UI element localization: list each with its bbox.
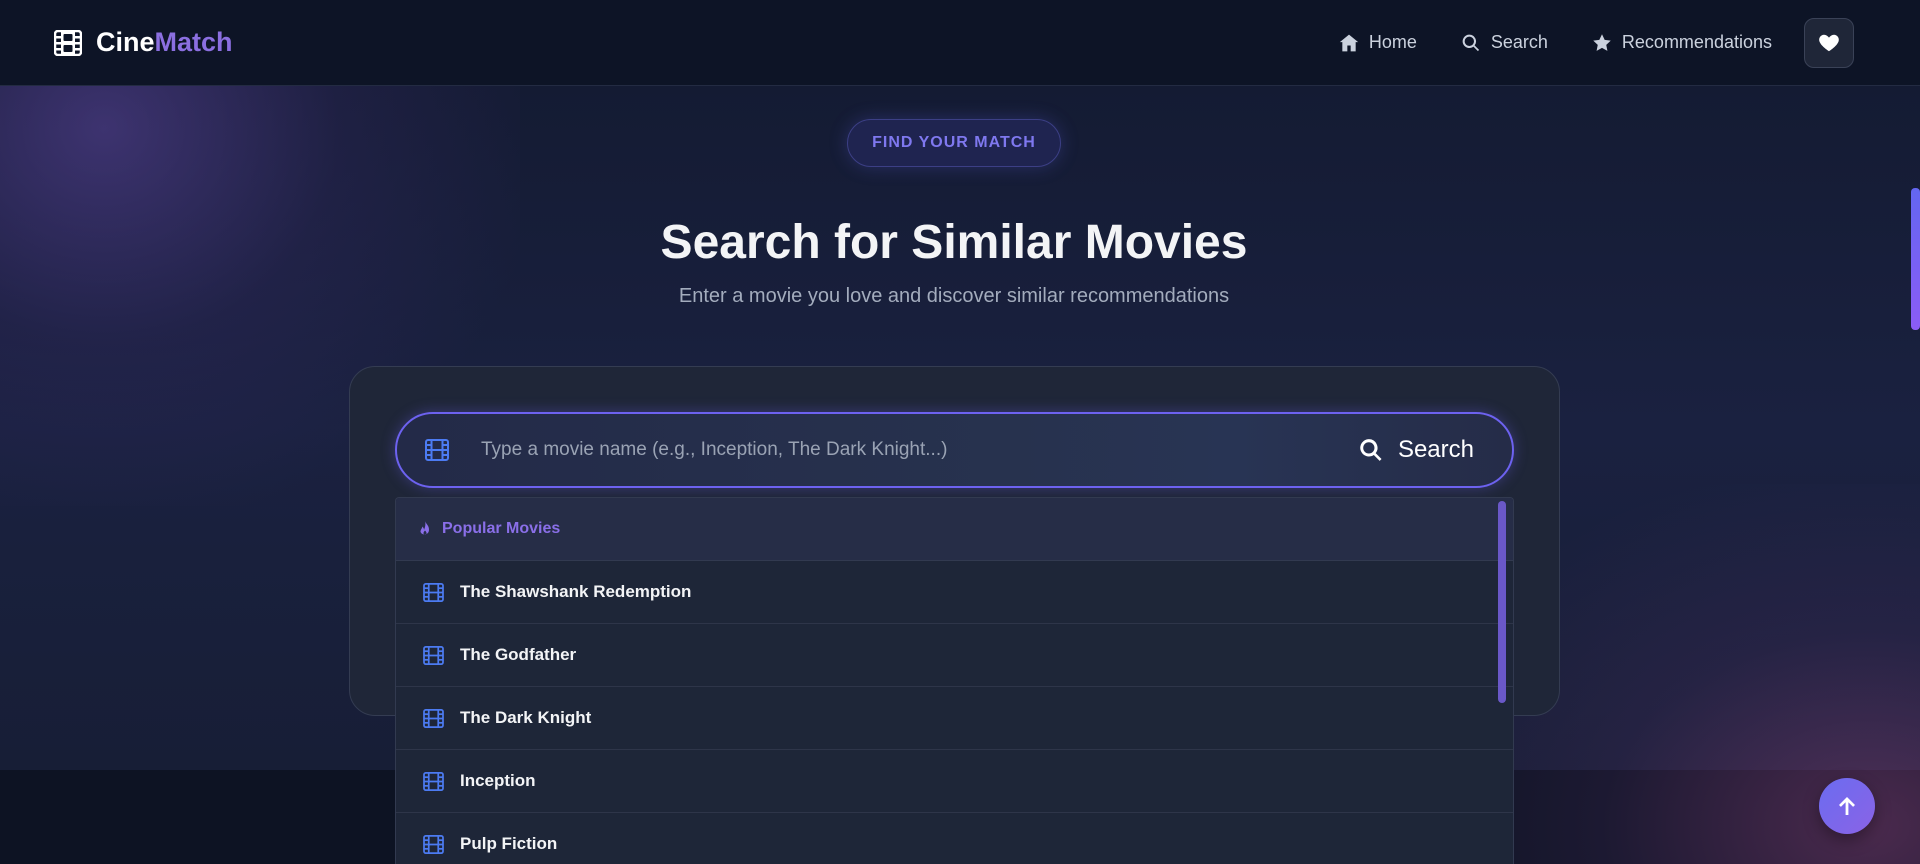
fire-icon bbox=[420, 521, 430, 535]
film-icon bbox=[423, 582, 444, 602]
top-navbar: CineMatch Home Search Recommendations bbox=[0, 0, 1920, 86]
list-item[interactable]: Pulp Fiction bbox=[396, 813, 1513, 864]
movie-title: The Shawshank Redemption bbox=[460, 582, 692, 601]
film-icon bbox=[423, 645, 444, 665]
dropdown-header: Popular Movies bbox=[396, 498, 1513, 561]
scroll-to-top-button[interactable] bbox=[1819, 778, 1875, 834]
nav-search-label: Search bbox=[1490, 32, 1548, 52]
film-icon bbox=[423, 771, 444, 791]
search-button[interactable]: Search bbox=[1358, 436, 1474, 464]
arrow-up-icon bbox=[1839, 797, 1855, 815]
star-icon bbox=[1593, 33, 1611, 51]
movie-title: Inception bbox=[460, 771, 536, 790]
nav-search[interactable]: Search bbox=[1461, 32, 1548, 53]
search-button-label: Search bbox=[1397, 436, 1474, 463]
nav-recommendations-label: Recommendations bbox=[1621, 32, 1772, 52]
nav-home-label: Home bbox=[1368, 32, 1417, 52]
logo-text-match: Match bbox=[154, 27, 233, 57]
search-icon bbox=[1462, 34, 1479, 51]
list-item[interactable]: The Dark Knight bbox=[396, 687, 1513, 750]
search-icon bbox=[1360, 439, 1382, 461]
dropdown-scrollbar[interactable] bbox=[1498, 501, 1506, 703]
main-nav: Home Search Recommendations bbox=[1339, 32, 1772, 53]
film-icon bbox=[423, 708, 444, 728]
logo[interactable]: CineMatch bbox=[54, 27, 233, 58]
suggestions-dropdown: Popular Movies The Shawshank Redemption … bbox=[395, 497, 1514, 864]
search-bar: Search bbox=[395, 412, 1514, 488]
page-scrollbar[interactable] bbox=[1911, 188, 1920, 330]
movie-title: The Dark Knight bbox=[460, 708, 592, 727]
movie-search-input[interactable] bbox=[481, 439, 1358, 461]
home-icon bbox=[1339, 34, 1359, 51]
movie-title: Pulp Fiction bbox=[460, 834, 558, 853]
list-item[interactable]: The Shawshank Redemption bbox=[396, 561, 1513, 624]
nav-recommendations[interactable]: Recommendations bbox=[1592, 32, 1772, 53]
dropdown-header-label: Popular Movies bbox=[442, 520, 561, 537]
logo-text-cine: Cine bbox=[96, 27, 155, 57]
list-item[interactable]: The Godfather bbox=[396, 624, 1513, 687]
find-match-badge: FIND YOUR MATCH bbox=[847, 119, 1061, 167]
film-icon bbox=[425, 439, 449, 461]
page-subtitle: Enter a movie you love and discover simi… bbox=[678, 285, 1230, 307]
heart-icon bbox=[1819, 34, 1839, 51]
list-item[interactable]: Inception bbox=[396, 750, 1513, 813]
movie-title: The Godfather bbox=[460, 645, 577, 664]
favorites-button[interactable] bbox=[1804, 17, 1854, 68]
page-title: Search for Similar Movies bbox=[660, 216, 1248, 269]
nav-home[interactable]: Home bbox=[1339, 32, 1417, 53]
film-icon bbox=[423, 834, 444, 854]
film-icon bbox=[54, 29, 82, 56]
